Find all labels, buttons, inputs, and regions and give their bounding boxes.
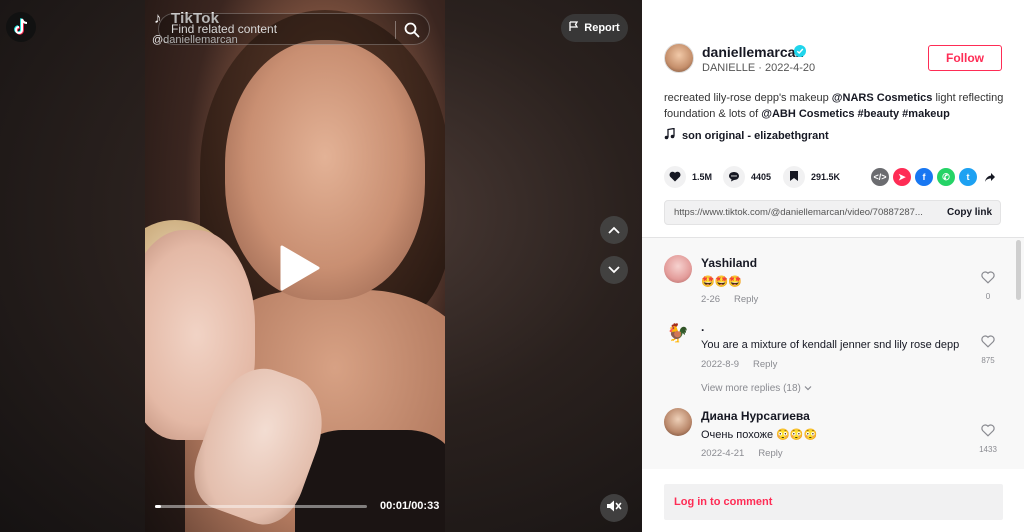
comment-stat: 4405 xyxy=(723,166,771,188)
video-description: recreated lily-rose depp's makeup @NARS … xyxy=(664,90,1009,122)
comment-text: You are a mixture of kendall jenner snd … xyxy=(701,339,960,351)
mute-button[interactable] xyxy=(600,494,628,522)
comment-meta: 2022-8-9 Reply xyxy=(701,359,777,370)
description-text-1: recreated lily-rose depp's makeup xyxy=(664,92,832,104)
commenter-avatar[interactable] xyxy=(664,255,692,283)
twitter-icon[interactable]: t xyxy=(959,168,977,186)
chevron-down-icon xyxy=(804,383,812,394)
comment-date: 2-26 xyxy=(701,294,721,305)
previous-video-button[interactable] xyxy=(600,216,628,244)
author-nickname-date: DANIELLE · 2022-4-20 xyxy=(702,62,816,74)
play-button[interactable] xyxy=(278,244,322,292)
commenter-avatar[interactable]: 🐓 xyxy=(664,319,692,347)
volume-muted-icon xyxy=(606,499,622,518)
video-time: 00:01/00:33 xyxy=(380,500,440,512)
heart-outline-icon xyxy=(981,271,995,288)
comment-like[interactable]: 875 xyxy=(978,335,998,365)
video-progress-fill xyxy=(155,505,162,508)
video-url[interactable]: https://www.tiktok.com/@daniellemarcan/v… xyxy=(674,207,936,218)
comment-like[interactable]: 0 xyxy=(978,271,998,301)
search-input[interactable] xyxy=(171,20,381,38)
comment-button[interactable] xyxy=(723,166,745,188)
chevron-up-icon xyxy=(608,221,620,239)
reply-button[interactable]: Reply xyxy=(753,359,777,370)
login-to-comment-button[interactable]: Log in to comment xyxy=(664,484,1003,520)
hashtags[interactable]: #beauty #makeup xyxy=(858,108,950,120)
comment-like-count: 0 xyxy=(985,292,991,301)
reply-button[interactable]: Reply xyxy=(734,294,758,305)
save-stat: 291.5K xyxy=(783,166,840,188)
commenter-username[interactable]: Диана Нурсагиева xyxy=(701,409,810,423)
flag-icon xyxy=(569,21,579,35)
search-icon[interactable] xyxy=(403,21,421,39)
follow-button[interactable]: Follow xyxy=(928,45,1002,71)
tiktok-video-page: ♪TikTok @daniellemarcan Report xyxy=(0,0,1024,532)
comment-count: 4405 xyxy=(751,172,772,182)
view-more-replies-label: View more replies (18) xyxy=(701,383,801,394)
heart-outline-icon xyxy=(981,335,995,352)
verified-badge-icon xyxy=(794,45,806,57)
commenter-username[interactable]: Yashiland xyxy=(701,256,757,270)
comment-date: 2022-4-21 xyxy=(701,448,745,459)
copy-link-button[interactable]: Copy link xyxy=(947,207,992,218)
share-icons: </> ➤ f ✆ t xyxy=(871,168,999,186)
like-count: 1.5M xyxy=(692,172,713,182)
save-button[interactable] xyxy=(783,166,805,188)
report-button[interactable]: Report xyxy=(561,14,628,42)
heart-outline-icon xyxy=(981,424,995,441)
whatsapp-icon[interactable]: ✆ xyxy=(937,168,955,186)
comment-like[interactable]: 1433 xyxy=(978,424,998,454)
report-label: Report xyxy=(584,22,620,34)
author-avatar[interactable] xyxy=(664,43,694,73)
embed-icon[interactable]: </> xyxy=(871,168,889,186)
tiktok-logo-icon[interactable] xyxy=(6,12,36,42)
comments-scrollbar[interactable] xyxy=(1016,240,1021,300)
comment-meta: 2-26 Reply xyxy=(701,294,758,305)
reply-button[interactable]: Reply xyxy=(758,448,782,459)
save-count: 291.5K xyxy=(811,172,841,182)
comment-like-count: 875 xyxy=(981,356,995,365)
mention-abh[interactable]: @ABH Cosmetics xyxy=(761,108,854,120)
commenter-username[interactable]: . xyxy=(701,320,704,334)
view-more-replies[interactable]: View more replies (18) xyxy=(701,383,812,394)
bookmark-icon xyxy=(789,170,799,184)
comment-like-count: 1433 xyxy=(979,445,997,454)
send-icon[interactable]: ➤ xyxy=(893,168,911,186)
share-arrow-icon[interactable] xyxy=(981,168,999,186)
music-link[interactable]: son original - elizabethgrant xyxy=(664,127,829,143)
video-progress-bar[interactable] xyxy=(155,505,367,508)
facebook-icon[interactable]: f xyxy=(915,168,933,186)
play-icon xyxy=(278,245,322,296)
mention-nars[interactable]: @NARS Cosmetics xyxy=(832,92,933,104)
video-player[interactable]: ♪TikTok @daniellemarcan Report xyxy=(0,0,642,532)
comments-list[interactable]: Yashiland 🤩🤩🤩 2-26 Reply 0 🐓 . You are a … xyxy=(642,237,1024,469)
author-username[interactable]: daniellemarcan xyxy=(702,44,804,60)
comment-meta: 2022-4-21 Reply xyxy=(701,448,783,459)
comment-bubble-icon xyxy=(728,171,740,184)
like-button[interactable] xyxy=(664,166,686,188)
next-video-button[interactable] xyxy=(600,256,628,284)
comment-text: 🤩🤩🤩 xyxy=(701,276,743,288)
comment-text: Очень похоже 😳😳😳 xyxy=(701,429,818,441)
commenter-avatar[interactable] xyxy=(664,408,692,436)
music-title: son original - elizabethgrant xyxy=(682,129,829,142)
video-subject-face xyxy=(225,40,425,300)
video-link-box: https://www.tiktok.com/@daniellemarcan/v… xyxy=(664,200,1001,225)
search-divider xyxy=(395,21,396,39)
chevron-down-icon xyxy=(608,261,620,279)
like-stat: 1.5M xyxy=(664,166,712,188)
comment-date: 2022-8-9 xyxy=(701,359,740,370)
heart-icon xyxy=(669,171,681,184)
music-note-icon xyxy=(664,127,675,143)
details-panel: daniellemarcan DANIELLE · 2022-4-20 Foll… xyxy=(642,0,1024,532)
search-bar[interactable] xyxy=(158,13,430,45)
